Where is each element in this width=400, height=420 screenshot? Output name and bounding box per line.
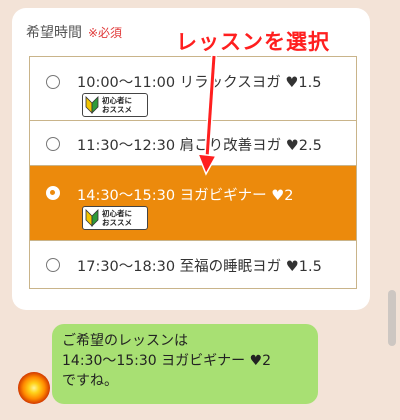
lesson-option-4[interactable]: 17:30〜18:30 至福の睡眠ヨガ ♥1.5 [30, 241, 356, 288]
lesson-option-label: 17:30〜18:30 至福の睡眠ヨガ ♥1.5 [77, 259, 322, 275]
sun-avatar-icon [18, 372, 50, 404]
chat-message-line-3: ですね。 [62, 373, 118, 389]
chat-message-line-1: ご希望のレッスンは [62, 333, 188, 349]
scrollbar-thumb[interactable] [388, 290, 396, 346]
chat-bubble: ご希望のレッスンは 14:30〜15:30 ヨガビギナー ♥2 ですね。 [52, 324, 318, 404]
chat-message-line-2: 14:30〜15:30 ヨガビギナー ♥2 [62, 353, 272, 369]
lesson-form-card: 希望時間 ※必須 10:00〜11:00 リラックスヨガ ♥1.5 初心者に おス… [12, 8, 370, 310]
callout-label: レッスンを選択 [176, 30, 330, 54]
radio-button[interactable] [46, 258, 60, 272]
